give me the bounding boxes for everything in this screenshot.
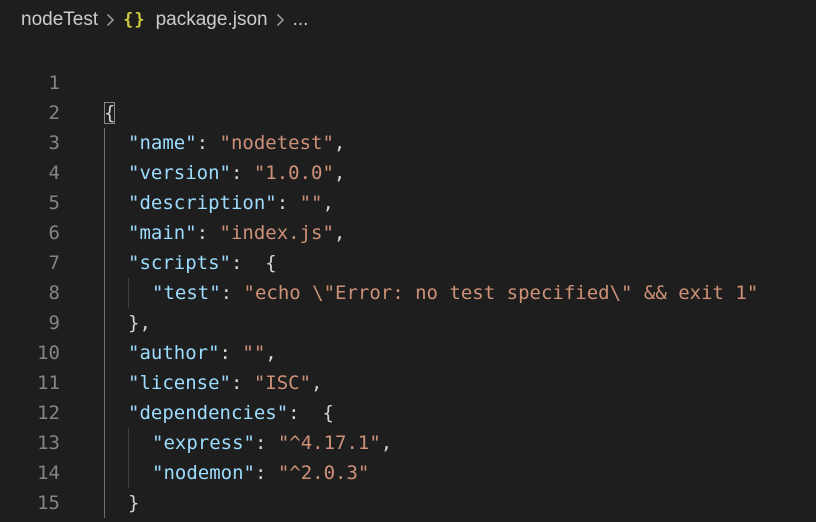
chevron-right-icon (276, 13, 285, 27)
code-line[interactable]: 11 "dependencies": { (0, 338, 816, 428)
code-line[interactable]: 5 "main": "index.js", (0, 158, 816, 248)
code-line[interactable]: 15 } (0, 458, 816, 514)
code-line[interactable]: 9 "author": "", (0, 278, 816, 368)
breadcrumb: nodeTest {} package.json ... (0, 0, 816, 40)
code-line[interactable]: 1 { (0, 38, 816, 124)
code-line[interactable]: 2 "name": "nodetest", (0, 68, 816, 158)
code-line[interactable]: 16 (0, 488, 816, 518)
breadcrumb-more[interactable]: ... (293, 9, 309, 31)
breadcrumb-file[interactable]: package.json (156, 9, 268, 31)
code-line[interactable]: 6 "scripts": { (0, 188, 816, 278)
line-number: 16 (0, 518, 60, 522)
code-line[interactable]: 3 "version": "1.0.0", (0, 98, 816, 188)
code-line[interactable]: 14 } (0, 428, 816, 518)
chevron-right-icon (106, 13, 115, 27)
code-line[interactable]: 13 "nodemon": "^2.0.3" (0, 398, 816, 488)
code-line[interactable]: 10 "license": "ISC", (0, 308, 816, 398)
breadcrumb-folder[interactable]: nodeTest (21, 9, 98, 31)
code-line[interactable]: 12 "express": "^4.17.1", (0, 368, 816, 458)
code-line[interactable]: 7 "test": "echo \"Error: no test specifi… (0, 218, 816, 308)
code-line[interactable]: 8 }, (0, 248, 816, 338)
code-editor[interactable]: 1 { 2 "name": "nodetest", 3 "version": "… (0, 38, 816, 522)
json-braces-icon: {} (123, 10, 146, 30)
code-line[interactable]: 4 "description": "", (0, 128, 816, 218)
